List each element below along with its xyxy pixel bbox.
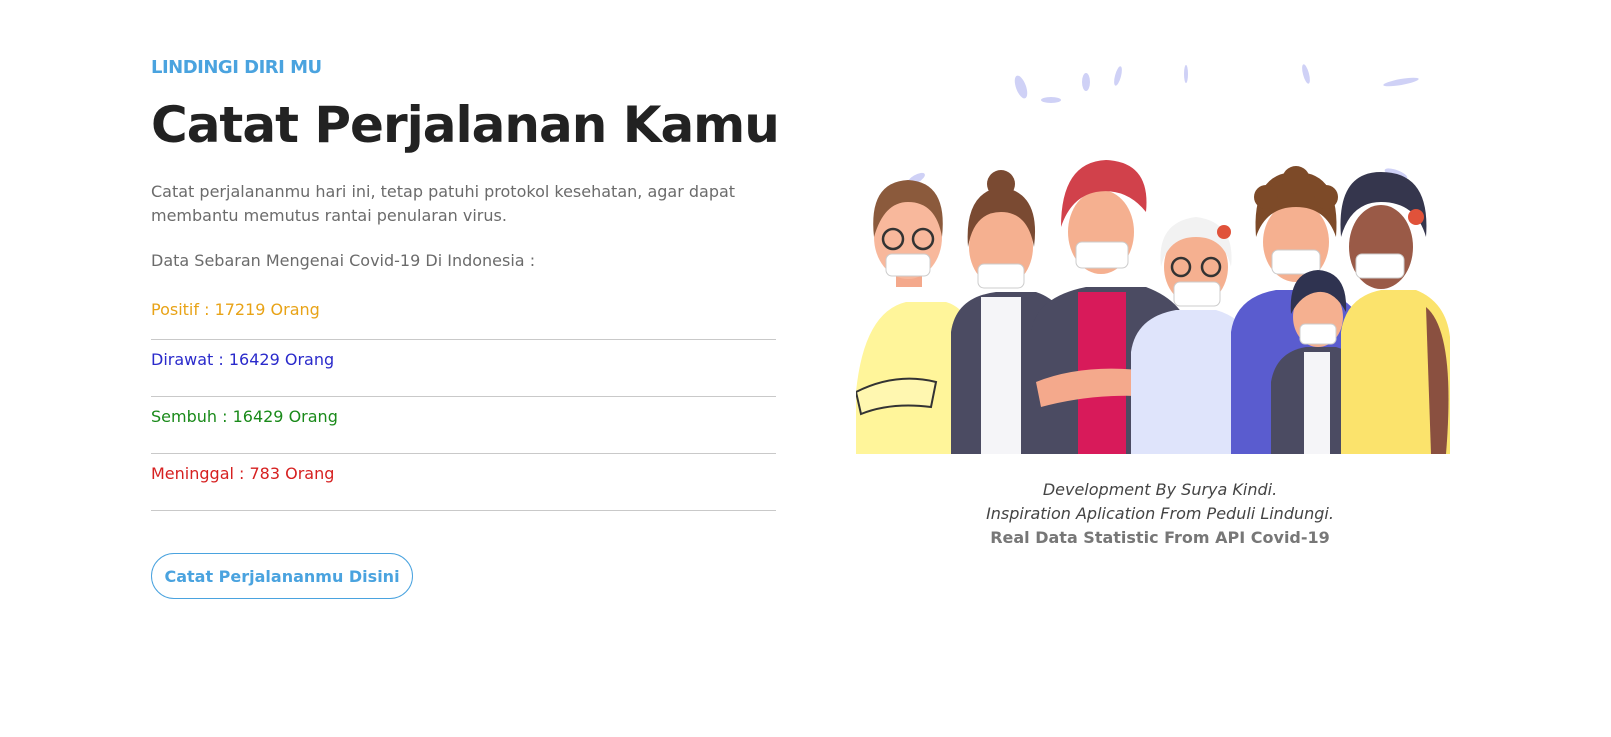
stat-label: Dirawat : 16429 Orang: [151, 350, 335, 369]
stats-heading: Data Sebaran Mengenai Covid-19 Di Indone…: [151, 251, 536, 270]
stat-meninggal: Meninggal : 783 Orang: [151, 454, 776, 511]
stat-sembuh: Sembuh : 16429 Orang: [151, 397, 776, 454]
credits: Development By Surya Kindi. Inspiration …: [860, 478, 1460, 550]
credit-inspiration: Inspiration Aplication From Peduli Lindu…: [986, 504, 1334, 523]
stat-label: Positif : 17219 Orang: [151, 300, 320, 319]
page-title: Catat Perjalanan Kamu: [151, 96, 780, 154]
credit-developer: Development By Surya Kindi.: [1042, 480, 1278, 499]
stat-positif: Positif : 17219 Orang: [151, 290, 776, 340]
eyebrow-text: LINDINGI DIRI MU: [151, 57, 322, 78]
catat-perjalanan-button[interactable]: Catat Perjalananmu Disini: [151, 553, 413, 599]
stat-label: Sembuh : 16429 Orang: [151, 407, 338, 426]
hero-description: Catat perjalananmu hari ini, tetap patuh…: [151, 182, 736, 225]
stat-label: Meninggal : 783 Orang: [151, 464, 335, 483]
covid-stats-list: Positif : 17219 Orang Dirawat : 16429 Or…: [151, 290, 776, 511]
credit-data-source: Real Data Statistic From API Covid-19: [990, 528, 1330, 547]
stat-dirawat: Dirawat : 16429 Orang: [151, 340, 776, 397]
people-wearing-masks-illustration: [856, 64, 1450, 454]
